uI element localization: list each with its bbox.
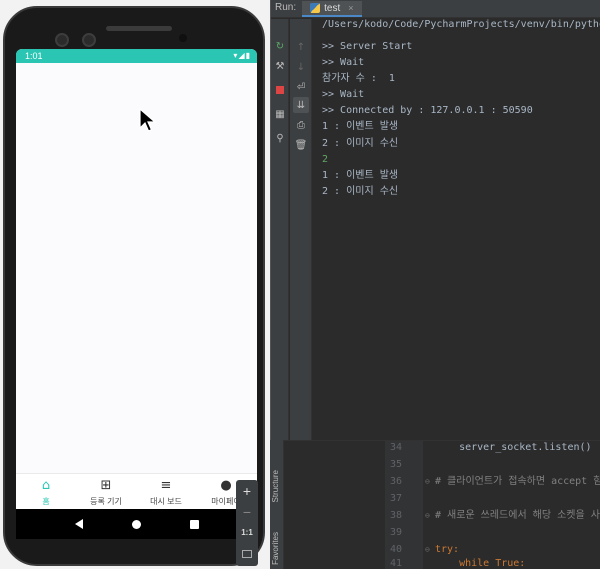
console-line: 1 : 이벤트 발생 (322, 121, 399, 133)
front-camera (179, 34, 187, 42)
trash-icon[interactable]: 🗑 (293, 137, 309, 153)
console-output[interactable]: /Users/kodo/Code/PycharmProjects/venv/bi… (320, 19, 600, 440)
console-line: >> Wait (322, 57, 365, 69)
line-number: 41 (389, 558, 402, 569)
nav-label: 대시 보드 (150, 497, 182, 506)
scroll-down-icon[interactable]: ↓ (293, 59, 309, 75)
phone-speaker (106, 26, 172, 31)
dashboard-search-icon: ≡ (160, 478, 172, 493)
console-command-path: /Users/kodo/Code/PycharmProjects/venv/bi… (322, 19, 600, 30)
line-number: 38 (389, 510, 402, 521)
line-number: 37 (389, 493, 402, 504)
front-sensor (55, 33, 69, 47)
nav-item-home[interactable]: ⌂ 홈 (16, 474, 76, 509)
nav-item-registered-devices[interactable]: ⊞ 등록 기기 (76, 474, 136, 509)
soft-wrap-icon[interactable]: ⏎ (293, 79, 309, 95)
run-header: Run: test × (271, 0, 600, 18)
stop-icon[interactable] (273, 83, 287, 97)
editor-line: 40 ⊖ try: (284, 543, 600, 556)
console-line: 2 : 이미지 수신 (322, 137, 399, 149)
print-icon[interactable]: ⎙ (293, 117, 309, 133)
nav-item-dashboard[interactable]: ≡ 대시 보드 (136, 474, 196, 509)
console-line: >> Connected by : 127.0.0.1 : 50590 (322, 105, 533, 117)
mouse-cursor-icon (139, 108, 157, 132)
editor-line: 35 (284, 458, 600, 471)
editor-line: 41 while True: (284, 557, 600, 569)
fold-marker-icon[interactable]: ⊖ (425, 509, 430, 522)
line-number: 36 (389, 476, 402, 487)
app-bottom-navigation: ⌂ 홈 ⊞ 등록 기기 ≡ 대시 보드 ● 마이페이 (16, 473, 257, 509)
emulator-zoom-controls: + − 1:1 (236, 480, 258, 566)
status-icons: ▾◢▮ (233, 51, 251, 60)
layout-icon[interactable]: ▦ (273, 107, 287, 121)
editor-line: 37 (284, 492, 600, 505)
recents-icon[interactable] (189, 519, 199, 529)
code-text: server_socket.listen() (435, 442, 592, 453)
editor-line: 36 ⊖ # 클라이언트가 접속하면 accept 함수에서 (284, 475, 600, 488)
console-line: >> Server Start (322, 41, 413, 52)
status-time: 1:01 (25, 51, 43, 61)
zoom-out-button[interactable]: − (236, 501, 258, 522)
line-number: 40 (389, 544, 402, 555)
wrench-icon[interactable]: ⚒ (273, 59, 287, 73)
code-keyword: try: (435, 544, 460, 555)
favorites-tab[interactable]: Favorites (271, 532, 283, 565)
android-status-bar: 1:01 ▾◢▮ (16, 49, 257, 63)
console-line: >> Wait (322, 89, 365, 101)
rerun-icon[interactable]: ↻ (273, 39, 287, 53)
account-icon: ● (220, 478, 232, 493)
scroll-to-end-icon[interactable]: ⇊ (293, 97, 309, 113)
phone-screen[interactable]: 1:01 ▾◢▮ ⌂ 홈 ⊞ 등록 기기 ≡ 대시 보드 ● 마이페이 (16, 49, 257, 539)
editor-line: 39 (284, 526, 600, 539)
actual-size-button[interactable]: 1:1 (236, 522, 258, 543)
fit-screen-icon (242, 549, 252, 558)
console-line: 1 : 이벤트 발생 (322, 169, 399, 181)
line-number: 39 (389, 527, 402, 538)
line-number: 35 (389, 459, 402, 470)
zoom-in-button[interactable]: + (236, 480, 258, 501)
run-tab-test[interactable]: test × (302, 1, 362, 17)
run-toolbar-primary: ↻ ⚒ ▦ ⚲ (271, 19, 289, 440)
nav-label: 등록 기기 (90, 497, 122, 506)
fold-marker-icon[interactable]: ⊖ (425, 475, 430, 488)
code-keyword: while True: (435, 558, 526, 569)
code-comment: # 새로운 쓰레드에서 해당 소켓을 사용하여 (435, 510, 600, 521)
structure-tab[interactable]: Structure (271, 470, 283, 502)
editor-line: 38 ⊖ # 새로운 쓰레드에서 해당 소켓을 사용하여 (284, 509, 600, 522)
screen-root: 1:01 ▾◢▮ ⌂ 홈 ⊞ 등록 기기 ≡ 대시 보드 ● 마이페이 + − … (0, 0, 600, 569)
code-editor[interactable]: 34 server_socket.listen() 35 36 ⊖ # 클라이언… (284, 440, 600, 569)
run-toolbar-secondary: ↑ ↓ ⏎ ⇊ ⎙ 🗑 (290, 19, 312, 440)
home-icon: ⌂ (41, 478, 51, 493)
run-title: Run: (275, 2, 297, 13)
pin-icon[interactable]: ⚲ (273, 131, 287, 145)
console-line: 2 : 이미지 수신 (322, 185, 399, 197)
back-icon[interactable] (74, 519, 83, 529)
console-line: 참가자 수 : 1 (322, 73, 395, 85)
android-system-navigation (16, 509, 257, 539)
add-device-icon: ⊞ (100, 478, 112, 493)
ide-left-tool-strip: Structure Favorites (270, 440, 284, 569)
close-tab-icon[interactable]: × (348, 3, 353, 13)
emulator-window: 1:01 ▾◢▮ ⌂ 홈 ⊞ 등록 기기 ≡ 대시 보드 ● 마이페이 (0, 0, 270, 569)
console-user-input: 2 (322, 153, 329, 165)
phone-frame: 1:01 ▾◢▮ ⌂ 홈 ⊞ 등록 기기 ≡ 대시 보드 ● 마이페이 (3, 6, 265, 566)
python-icon (310, 3, 321, 13)
nav-label: 홈 (42, 497, 50, 506)
editor-line: 34 server_socket.listen() (284, 441, 600, 454)
code-comment: # 클라이언트가 접속하면 accept 함수에서 (435, 476, 600, 487)
scroll-up-icon[interactable]: ↑ (293, 39, 309, 55)
line-number: 34 (389, 442, 402, 453)
run-tab-label: test (324, 2, 341, 14)
run-tool-window: Run: test × ↻ ⚒ ▦ ⚲ ↑ ↓ ⏎ ⇊ ⎙ 🗑 /Users/k… (270, 0, 600, 440)
front-sensor (82, 33, 96, 47)
home-circle-icon[interactable] (131, 519, 141, 529)
fold-marker-icon[interactable]: ⊖ (425, 543, 430, 556)
fit-screen-button[interactable] (236, 543, 258, 564)
